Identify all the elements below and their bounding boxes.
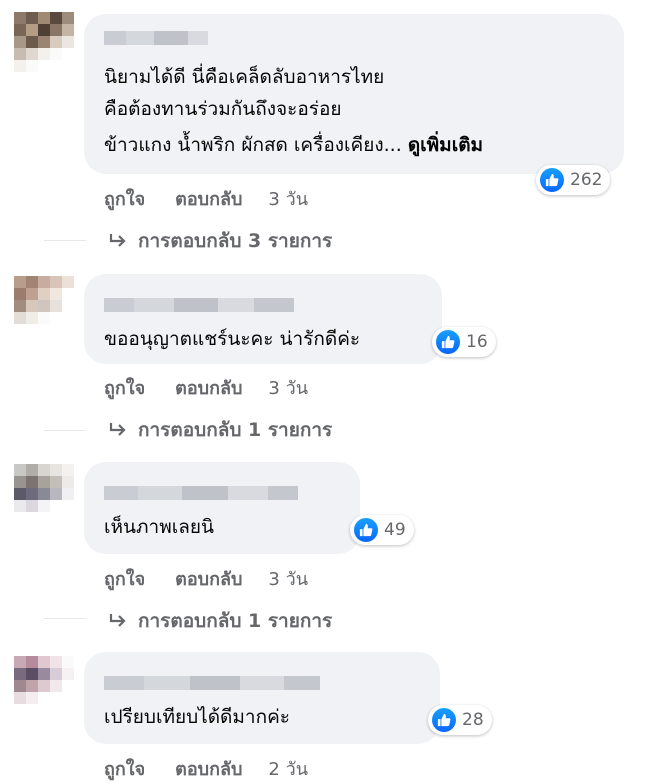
comment-text: เห็นภาพเลยนิ (104, 516, 214, 538)
comment-2: ขออนุญาตแชร์นะคะ น่ารักดีค่ะ 16 ถูกใจ ตอ… (0, 260, 650, 450)
reaction-badge[interactable]: 28 (428, 705, 492, 735)
author-name[interactable] (104, 486, 298, 500)
comment-bubble: ขออนุญาตแชร์นะคะ น่ารักดีค่ะ (84, 274, 442, 364)
reply-button[interactable]: ตอบกลับ (175, 184, 242, 213)
view-replies-label: การตอบกลับ 3 รายการ (138, 230, 333, 252)
like-button[interactable]: ถูกใจ (104, 564, 145, 593)
thread-line (44, 618, 86, 619)
comment-3: เห็นภาพเลยนิ 49 ถูกใจ ตอบกลับ 3 วัน การต… (0, 450, 650, 640)
comment-actions: ถูกใจ ตอบกลับ 3 วัน (104, 564, 308, 593)
reply-button[interactable]: ตอบกลับ (175, 564, 242, 593)
author-name[interactable] (104, 298, 294, 312)
reaction-badge[interactable]: 16 (432, 327, 496, 357)
reply-arrow-icon (108, 232, 128, 250)
reply-arrow-icon (108, 421, 128, 439)
comment-actions: ถูกใจ ตอบกลับ 2 วัน (104, 754, 308, 783)
reaction-count: 28 (462, 710, 484, 730)
avatar[interactable] (14, 656, 74, 716)
thumbs-up-icon (540, 168, 564, 192)
view-replies-label: การตอบกลับ 1 รายการ (138, 610, 333, 632)
thread-line (44, 430, 86, 431)
like-button[interactable]: ถูกใจ (104, 373, 145, 402)
reaction-badge[interactable]: 262 (536, 165, 611, 195)
author-name[interactable] (104, 31, 208, 45)
thumbs-up-icon (436, 330, 460, 354)
comment-text-line: นิยามได้ดี นี่คือเคล็ดลับอาหารไทย (104, 66, 385, 88)
reaction-count: 49 (384, 520, 406, 540)
timestamp[interactable]: 2 วัน (268, 754, 308, 783)
comment-actions: ถูกใจ ตอบกลับ 3 วัน (104, 184, 308, 213)
reaction-count: 262 (570, 170, 603, 190)
comment-text: ขออนุญาตแชร์นะคะ น่ารักดีค่ะ (104, 328, 361, 350)
avatar[interactable] (14, 276, 74, 336)
comment-1: นิยามได้ดี นี่คือเคล็ดลับอาหารไทย คือต้อ… (0, 0, 650, 260)
thumbs-up-icon (354, 518, 378, 542)
comment-text-line: ข้าวแกง น้ำพริก ผักสด เครื่องเคียง... ดู… (104, 130, 483, 161)
comment-actions: ถูกใจ ตอบกลับ 3 วัน (104, 373, 308, 402)
view-replies-button[interactable]: การตอบกลับ 3 รายการ (108, 226, 332, 256)
reaction-count: 16 (466, 332, 488, 352)
timestamp[interactable]: 3 วัน (268, 373, 308, 402)
reply-button[interactable]: ตอบกลับ (175, 754, 242, 783)
reply-button[interactable]: ตอบกลับ (175, 373, 242, 402)
comment-bubble: เห็นภาพเลยนิ (84, 462, 360, 554)
comment-text-fragment: ข้าวแกง น้ำพริก ผักสด เครื่องเคียง... (104, 134, 408, 156)
comment-text-line: คือต้องทานร่วมกันถึงจะอร่อย (104, 98, 342, 120)
view-replies-button[interactable]: การตอบกลับ 1 รายการ (108, 606, 332, 636)
timestamp[interactable]: 3 วัน (268, 564, 308, 593)
thread-line (44, 240, 86, 241)
comment-bubble: นิยามได้ดี นี่คือเคล็ดลับอาหารไทย คือต้อ… (84, 14, 624, 174)
avatar[interactable] (14, 464, 74, 524)
thumbs-up-icon (432, 708, 456, 732)
reaction-badge[interactable]: 49 (350, 515, 414, 545)
avatar[interactable] (14, 12, 74, 72)
comment-bubble: เปรียบเทียบได้ดีมากค่ะ (84, 652, 440, 744)
view-replies-label: การตอบกลับ 1 รายการ (138, 419, 333, 441)
see-more-link[interactable]: ดูเพิ่มเติม (408, 134, 483, 156)
like-button[interactable]: ถูกใจ (104, 754, 145, 783)
author-name[interactable] (104, 676, 320, 690)
timestamp[interactable]: 3 วัน (268, 184, 308, 213)
like-button[interactable]: ถูกใจ (104, 184, 145, 213)
comment-text: เปรียบเทียบได้ดีมากค่ะ (104, 706, 291, 728)
comment-4: เปรียบเทียบได้ดีมากค่ะ 28 ถูกใจ ตอบกลับ … (0, 640, 650, 784)
view-replies-button[interactable]: การตอบกลับ 1 รายการ (108, 415, 332, 445)
reply-arrow-icon (108, 612, 128, 630)
